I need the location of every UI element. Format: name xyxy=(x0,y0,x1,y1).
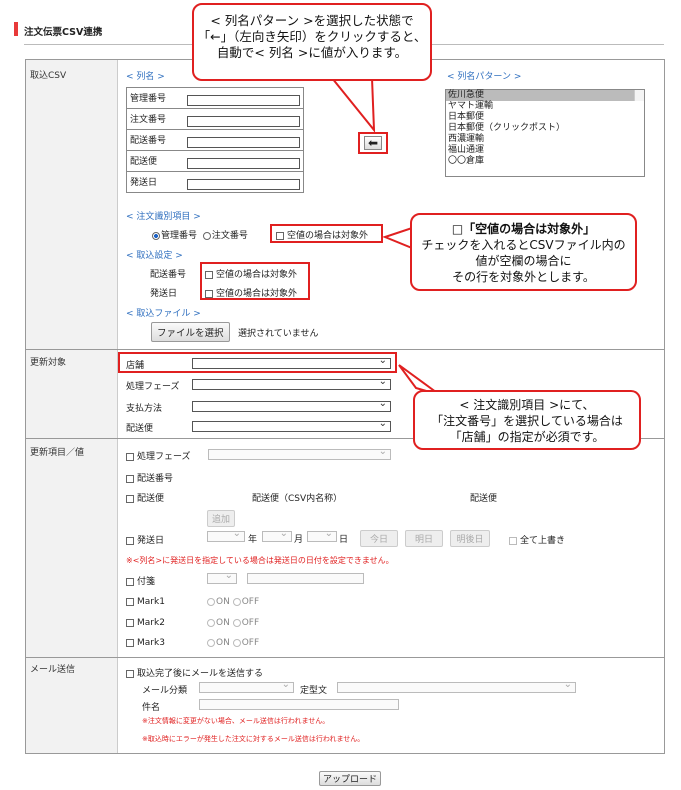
callout-line: 「注文番号」を選択している場合は xyxy=(431,414,623,428)
callout-pointer-empty xyxy=(382,226,413,250)
callout-arrow: < 列名パターン >を選択した状態で 「←」（左向き矢印）をクリックすると、 自… xyxy=(192,3,432,81)
callout-line: < 列名パターン >を選択した状態で xyxy=(210,13,414,28)
callout-line: その行を対象外とします。 xyxy=(452,270,595,284)
callout-store: < 注文識別項目 >にて、 「注文番号」を選択している場合は 「店舗」の指定が必… xyxy=(413,390,641,450)
callout-line: 自動で< 列名 >に値が入ります。 xyxy=(216,45,408,60)
callout-line: < 注文識別項目 >にて、 xyxy=(459,398,595,412)
callout-title: □「空値の場合は対象外」 xyxy=(451,222,596,236)
callout-line: 「店舗」の指定が必須です。 xyxy=(449,430,605,444)
callout-empty: □「空値の場合は対象外」 チェックを入れるとCSVファイル内の 値が空欄の場合に… xyxy=(410,213,637,291)
callout-line: 「←」（左向き矢印）をクリックすると、 xyxy=(197,29,427,44)
callout-pointer-arrow xyxy=(329,77,376,133)
callout-line: チェックを入れるとCSVファイル内の xyxy=(421,238,626,252)
callout-line: 値が空欄の場合に xyxy=(475,254,572,268)
